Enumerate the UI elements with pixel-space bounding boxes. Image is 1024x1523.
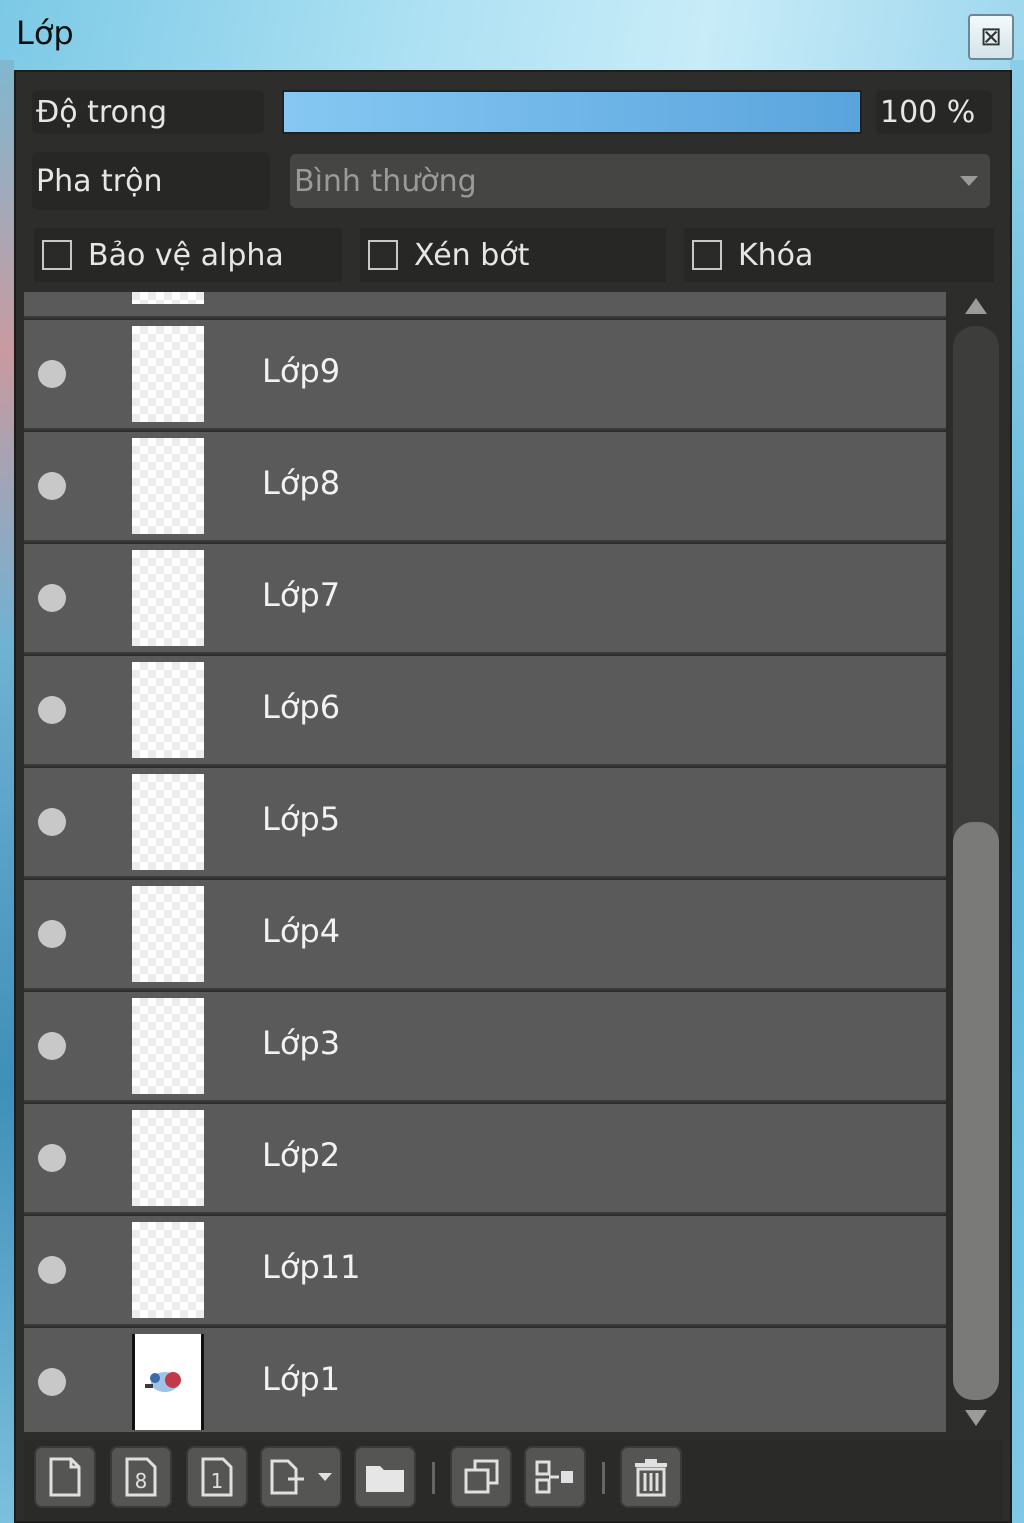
character-sketch-icon: [145, 1372, 181, 1392]
delete-layer-button[interactable]: [620, 1446, 682, 1508]
layer-thumbnail: [132, 326, 204, 422]
layer-thumbnail: [132, 998, 204, 1094]
checkbox-icon: [692, 240, 722, 270]
new-1bit-layer-button[interactable]: 1: [186, 1446, 248, 1508]
add-layer-dropdown-button[interactable]: [260, 1446, 342, 1508]
add-layer-dropdown-icon: [270, 1459, 332, 1495]
merge-down-icon: [535, 1460, 573, 1494]
visibility-icon[interactable]: [38, 1256, 66, 1284]
layer-thumbnail: [132, 1334, 204, 1430]
checkbox-icon: [42, 240, 72, 270]
layer-name: Lớp11: [262, 1248, 361, 1286]
background-strip-right: [1010, 60, 1024, 1523]
layer-thumbnail: [132, 774, 204, 870]
chevron-down-icon: [960, 176, 978, 186]
layer-name: Lớp5: [262, 800, 341, 838]
layer-list-scrollbar[interactable]: [950, 292, 1002, 1432]
layer-thumbnail: [132, 1110, 204, 1206]
protect-alpha-checkbox[interactable]: Bảo vệ alpha: [34, 228, 342, 282]
scroll-up-icon[interactable]: [965, 298, 987, 314]
layer-row[interactable]: Lớp6: [24, 656, 946, 766]
layer-name: Lớp4: [262, 912, 341, 950]
lock-checkbox[interactable]: Khóa: [684, 228, 994, 282]
merge-down-button[interactable]: [524, 1446, 586, 1508]
layer-thumbnail: [132, 662, 204, 758]
layer-name: Lớp7: [262, 576, 341, 614]
new-8bit-layer-icon: 8: [125, 1457, 157, 1497]
scroll-thumb[interactable]: [953, 822, 999, 1400]
opacity-slider[interactable]: [282, 90, 862, 134]
layer-row[interactable]: Lớp7: [24, 544, 946, 654]
background-strip-left: [0, 60, 14, 1523]
visibility-icon[interactable]: [38, 1032, 66, 1060]
blend-mode-select[interactable]: Bình thường: [290, 154, 990, 208]
toolbar-divider: [432, 1462, 435, 1494]
window-title: Lớp: [16, 14, 74, 52]
protect-alpha-label: Bảo vệ alpha: [88, 237, 284, 273]
visibility-icon[interactable]: [38, 472, 66, 500]
new-layer-button[interactable]: [34, 1446, 96, 1508]
layer-thumbnail: [132, 438, 204, 534]
toolbar-divider: [602, 1462, 605, 1494]
scroll-down-icon[interactable]: [965, 1410, 987, 1426]
close-button[interactable]: ⊠: [968, 14, 1014, 60]
visibility-icon[interactable]: [38, 1144, 66, 1172]
visibility-icon[interactable]: [38, 360, 66, 388]
new-folder-icon: [366, 1466, 404, 1492]
new-1bit-layer-icon: 1: [201, 1457, 233, 1497]
lock-label: Khóa: [738, 237, 814, 273]
layer-name: Lớp8: [262, 464, 341, 502]
layer-thumbnail: [132, 1222, 204, 1318]
layer-name: Lớp2: [262, 1136, 341, 1174]
layer-toolbar: 8 1: [24, 1440, 1002, 1520]
layer-row[interactable]: Lớp9: [24, 320, 946, 430]
close-icon: ⊠: [980, 22, 1002, 52]
layer-name: Lớp1: [262, 1360, 341, 1398]
bit-depth-label: 8: [135, 1469, 148, 1493]
blend-mode-value: Bình thường: [294, 163, 477, 199]
clipping-label: Xén bớt: [414, 237, 530, 273]
layer-name: Lớp6: [262, 688, 341, 726]
new-8bit-layer-button[interactable]: 8: [110, 1446, 172, 1508]
layer-thumbnail: [132, 550, 204, 646]
layer-row[interactable]: Lớp8: [24, 432, 946, 542]
layer-list[interactable]: Lớp9 Lớp8 Lớp7 Lớp6 Lớp5 Lớp4 Lớp3 Lớp2: [24, 292, 948, 1432]
layer-row-partial[interactable]: [24, 292, 946, 318]
visibility-icon[interactable]: [38, 696, 66, 724]
layer-name: Lớp9: [262, 352, 341, 390]
layer-row[interactable]: Lớp5: [24, 768, 946, 878]
new-layer-icon: [49, 1457, 81, 1497]
bit-depth-label: 1: [211, 1469, 224, 1493]
delete-layer-icon: [635, 1459, 667, 1497]
layer-row[interactable]: Lớp11: [24, 1216, 946, 1326]
opacity-label: Độ trong: [32, 90, 264, 134]
layer-thumbnail: [132, 886, 204, 982]
clipping-checkbox[interactable]: Xén bớt: [360, 228, 666, 282]
visibility-icon[interactable]: [38, 584, 66, 612]
new-folder-button[interactable]: [354, 1446, 416, 1508]
layer-row[interactable]: Lớp2: [24, 1104, 946, 1214]
opacity-slider-fill: [284, 92, 860, 132]
layer-row[interactable]: Lớp4: [24, 880, 946, 990]
visibility-icon[interactable]: [38, 808, 66, 836]
duplicate-layer-icon: [464, 1459, 499, 1494]
duplicate-layer-button[interactable]: [450, 1446, 512, 1508]
checkbox-icon: [368, 240, 398, 270]
blend-label: Pha trộn: [32, 152, 270, 210]
layer-name: Lớp3: [262, 1024, 341, 1062]
visibility-icon[interactable]: [38, 1368, 66, 1396]
layer-row[interactable]: Lớp1: [24, 1328, 946, 1432]
layer-thumbnail: [132, 292, 204, 304]
visibility-icon[interactable]: [38, 920, 66, 948]
opacity-value[interactable]: 100 %: [876, 90, 992, 134]
layer-row[interactable]: Lớp3: [24, 992, 946, 1102]
